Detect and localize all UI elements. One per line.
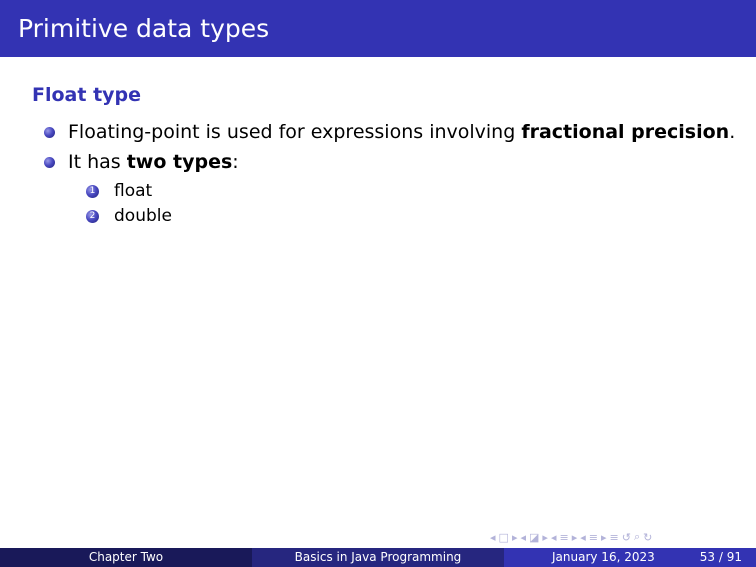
bullet-icon xyxy=(44,157,55,168)
bullet-text: It has xyxy=(68,151,127,173)
enum-item-text: double xyxy=(114,206,172,226)
nav-align-icon[interactable]: ≡ xyxy=(610,531,619,544)
footer-bar: Chapter Two Basics in Java Programming J… xyxy=(0,548,756,567)
bullet-text-end: : xyxy=(232,151,239,173)
nav-back-icon[interactable]: ↺ xyxy=(622,531,631,544)
nav-next-icon[interactable]: ▸ xyxy=(601,531,607,544)
enum-number-badge: 2 xyxy=(86,210,99,223)
footer-talk-title: Basics in Java Programming xyxy=(252,548,504,567)
nav-frame-icon[interactable]: □ xyxy=(499,531,509,544)
bullet-item: Floating-point is used for expressions i… xyxy=(68,120,735,144)
nav-search-icon[interactable]: ⌕ xyxy=(634,530,640,544)
footer-section: Chapter Two xyxy=(0,548,252,567)
beamer-navigation-bar: ◂ □ ▸ ◂ ◪ ▸ ◂ ≡ ▸ ◂ ≡ ▸ ≡ ↺ ⌕ ↻ xyxy=(490,530,652,544)
bullet-item: It has two types: xyxy=(68,150,239,174)
nav-document-icon[interactable]: ≡ xyxy=(589,531,598,544)
nav-next-icon[interactable]: ▸ xyxy=(572,531,578,544)
block-title: Float type xyxy=(32,84,142,106)
bullet-text: Floating-point is used for expressions i… xyxy=(68,121,522,143)
nav-subsection-icon[interactable]: ◪ xyxy=(529,531,539,544)
frame-title: Primitive data types xyxy=(18,14,270,43)
enum-number-badge: 1 xyxy=(86,185,99,198)
bullet-bold-text: fractional precision xyxy=(521,121,730,143)
bullet-text-end: . xyxy=(729,121,736,143)
nav-forward-icon[interactable]: ↻ xyxy=(643,531,652,544)
bullet-bold-text: two types xyxy=(126,151,233,173)
nav-prev-icon[interactable]: ◂ xyxy=(551,531,557,544)
nav-section-icon[interactable]: ≡ xyxy=(559,531,568,544)
nav-next-icon[interactable]: ▸ xyxy=(542,531,548,544)
nav-prev-icon[interactable]: ◂ xyxy=(520,531,526,544)
nav-next-icon[interactable]: ▸ xyxy=(512,531,518,544)
bullet-icon xyxy=(44,127,55,138)
footer-date: January 16, 2023 xyxy=(552,550,655,564)
nav-prev-icon[interactable]: ◂ xyxy=(580,531,586,544)
enum-item-text: float xyxy=(114,181,153,201)
footer-right: January 16, 2023 53 / 91 xyxy=(504,548,756,567)
footer-page-number: 53 / 91 xyxy=(699,550,742,564)
frame-title-bar: Primitive data types xyxy=(0,0,756,57)
nav-prev-icon[interactable]: ◂ xyxy=(490,531,496,544)
